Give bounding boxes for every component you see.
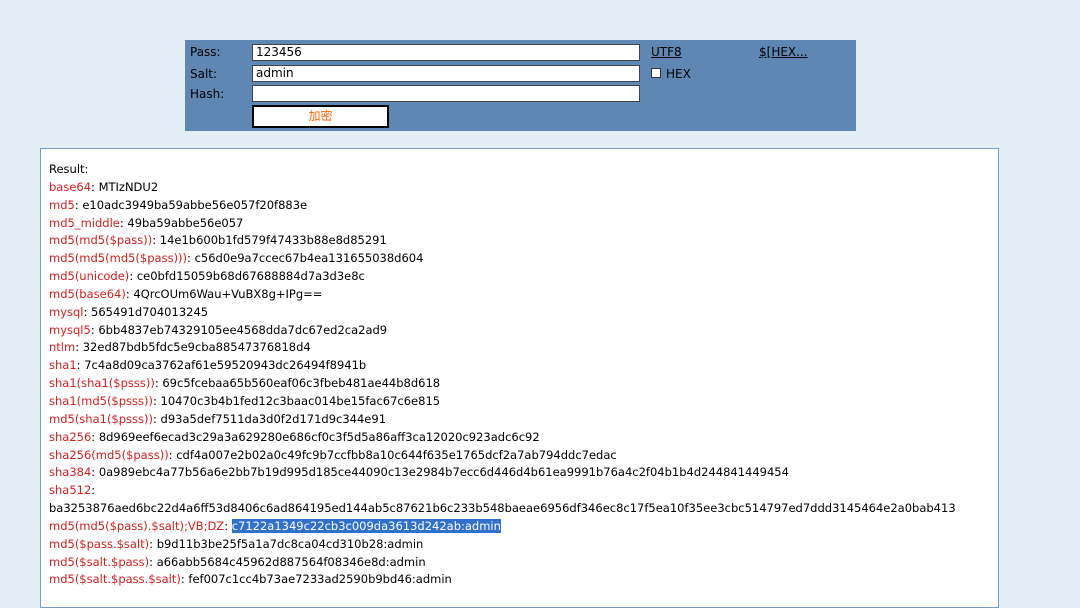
result-separator: : [153, 393, 161, 408]
result-row: sha384: 0a989ebc4a77b56a6e2bb7b19d995d18… [49, 464, 998, 482]
result-row: md5($pass.$salt): b9d11b3be25f5a1a7dc8ca… [49, 536, 998, 554]
result-key: mysql [49, 304, 84, 319]
result-value[interactable]: b9d11b3be25f5a1a7dc8ca04cd310b28:admin [157, 537, 424, 551]
hash-label: Hash: [190, 87, 225, 101]
result-row: sha1(sha1($psss)): 69c5fcebaa65b560eaf06… [49, 375, 998, 393]
result-value[interactable]: 14e1b600b1fd579f47433b88e8d85291 [160, 233, 387, 247]
result-row: ba3253876aed6bc22d4a6ff53d8406c6ad864195… [49, 500, 998, 518]
result-key: md5($salt.$pass) [49, 554, 150, 569]
result-row: md5(md5(md5($pass))): c56d0e9a7ccec67b4e… [49, 250, 998, 268]
result-key: sha1 [49, 358, 77, 373]
result-row: sha512: [49, 482, 998, 500]
result-key: md5_middle [49, 215, 120, 230]
result-value[interactable]: ba3253876aed6bc22d4a6ff53d8406c6ad864195… [49, 501, 956, 515]
result-separator: : [153, 411, 161, 426]
result-value[interactable]: 32ed87bdb5fdc5e9cba88547376818d4 [83, 340, 311, 354]
result-key: md5(md5($pass).$salt);VB;DZ [49, 518, 225, 533]
utf8-link[interactable]: UTF8 [651, 45, 682, 59]
result-row: md5(sha1($psss)): d93a5def7511da3d0f2d17… [49, 411, 998, 429]
result-key: md5($pass.$salt) [49, 536, 150, 551]
result-value[interactable]: 10470c3b4b1fed12c3baac014be15fac67c6e815 [161, 394, 441, 408]
result-key: sha256(md5($pass)) [49, 447, 169, 462]
result-row: md5($salt.$pass): a66abb5684c45962d88756… [49, 554, 998, 572]
result-key: md5(md5(md5($pass))) [49, 251, 188, 266]
result-key: md5 [49, 197, 75, 212]
result-key: sha1(sha1($psss)) [49, 376, 155, 391]
result-key: md5(unicode) [49, 269, 130, 284]
result-key: md5($salt.$pass.$salt) [49, 572, 181, 587]
result-separator: : [224, 518, 232, 533]
result-key: md5(sha1($psss)) [49, 411, 153, 426]
result-key: mysql5 [49, 322, 91, 337]
result-separator: : [91, 483, 96, 498]
result-separator: : [75, 340, 83, 355]
result-separator: : [91, 429, 99, 444]
result-value[interactable]: 8d969eef6ecad3c29a3a629280e686cf0c3f5d5a… [99, 430, 540, 444]
result-value[interactable]: fef007c1cc4b73ae7233ad2590b9bd46:admin [188, 572, 451, 586]
result-separator: : [187, 251, 195, 266]
result-row: sha1: 7c4a8d09ca3762af61e59520943dc26494… [49, 357, 998, 375]
result-separator: : [91, 179, 99, 194]
result-row: md5(unicode): ce0bfd15059b68d67688884d7a… [49, 268, 998, 286]
salt-label: Salt: [190, 67, 218, 81]
result-value[interactable]: 49ba59abbe56e057 [127, 216, 243, 230]
result-key: sha256 [49, 429, 92, 444]
result-row: md5($salt.$pass.$salt): fef007c1cc4b73ae… [49, 571, 998, 589]
result-key: md5(md5($pass)) [49, 233, 153, 248]
result-row: md5_middle: 49ba59abbe56e057 [49, 215, 998, 233]
result-row: md5: e10adc3949ba59abbe56e057f20f883e [49, 197, 998, 215]
result-separator: : [149, 536, 157, 551]
pass-label: Pass: [190, 45, 221, 59]
result-value[interactable]: 69c5fcebaa65b560eaf06c3fbeb481ae44b8d618 [162, 376, 440, 390]
result-row: sha256: 8d969eef6ecad3c29a3a629280e686cf… [49, 429, 998, 447]
result-value[interactable]: 4QrcOUm6Wau+VuBX8g+IPg== [133, 287, 322, 301]
result-key: sha1(md5($psss)) [49, 393, 153, 408]
result-value[interactable]: 565491d704013245 [91, 305, 208, 319]
result-separator: : [91, 465, 99, 480]
hash-input[interactable] [252, 85, 640, 102]
result-row: md5(md5($pass)): 14e1b600b1fd579f47433b8… [49, 232, 998, 250]
result-row: md5(md5($pass).$salt);VB;DZ: c7122a1349c… [49, 518, 998, 536]
result-value[interactable]: ce0bfd15059b68d67688884d7a3d3e8c [137, 269, 365, 283]
result-separator: : [149, 554, 157, 569]
result-row: sha256(md5($pass)): cdf4a007e2b02a0c49fc… [49, 447, 998, 465]
result-value[interactable]: cdf4a007e2b02a0c49fc9b7ccfbb8a10c644f635… [176, 448, 616, 462]
result-title: Result: [49, 162, 89, 176]
result-value[interactable]: 7c4a8d09ca3762af61e59520943dc26494f8941b [84, 358, 366, 372]
result-key: sha512 [49, 483, 92, 498]
result-key: ntlm [49, 340, 76, 355]
result-separator: : [129, 269, 137, 284]
hex-checkbox-label: HEX [666, 67, 691, 81]
result-value[interactable]: d93a5def7511da3d0f2d171d9c344e91 [161, 412, 386, 426]
pass-input[interactable]: 123456 [252, 44, 640, 61]
result-value[interactable]: c7122a1349c22cb3c009da3613d242ab:admin [231, 518, 501, 533]
result-key: md5(base64) [49, 286, 126, 301]
result-row: base64: MTIzNDU2 [49, 179, 998, 197]
result-value[interactable]: 6bb4837eb74329105ee4568dda7dc67ed2ca2ad9 [98, 323, 387, 337]
result-value[interactable]: 0a989ebc4a77b56a6e2bb7b19d995d185ce44090… [99, 465, 789, 479]
result-row: mysql: 565491d704013245 [49, 304, 998, 322]
salt-input[interactable]: admin [252, 65, 640, 82]
result-row: mysql5: 6bb4837eb74329105ee4568dda7dc67e… [49, 322, 998, 340]
result-separator: : [152, 233, 160, 248]
hex-link[interactable]: $[HEX... [759, 45, 808, 59]
result-value[interactable]: e10adc3949ba59abbe56e057f20f883e [82, 198, 307, 212]
result-value[interactable]: a66abb5684c45962d887564f08346e8d:admin [157, 555, 426, 569]
result-list: base64: MTIzNDU2 md5: e10adc3949ba59abbe5… [49, 179, 998, 589]
result-row: ntlm: 32ed87bdb5fdc5e9cba88547376818d4 [49, 339, 998, 357]
hash-form-panel: Pass: 123456 Salt: admin Hash: UTF8 $[HE… [185, 40, 856, 131]
result-separator: : [83, 304, 92, 319]
encrypt-button[interactable]: 加密 [252, 105, 389, 128]
result-row: md5(base64): 4QrcOUm6Wau+VuBX8g+IPg== [49, 286, 998, 304]
result-panel: Result: base64: MTIzNDU2 md5: e10adc3949b… [40, 148, 999, 608]
result-value[interactable]: c56d0e9a7ccec67b4ea131655038d604 [195, 251, 424, 265]
result-row: sha1(md5($psss)): 10470c3b4b1fed12c3baac… [49, 393, 998, 411]
result-key: base64 [49, 179, 92, 194]
result-key: sha384 [49, 465, 92, 480]
hex-checkbox[interactable] [651, 68, 661, 78]
result-value[interactable]: MTIzNDU2 [99, 180, 159, 194]
